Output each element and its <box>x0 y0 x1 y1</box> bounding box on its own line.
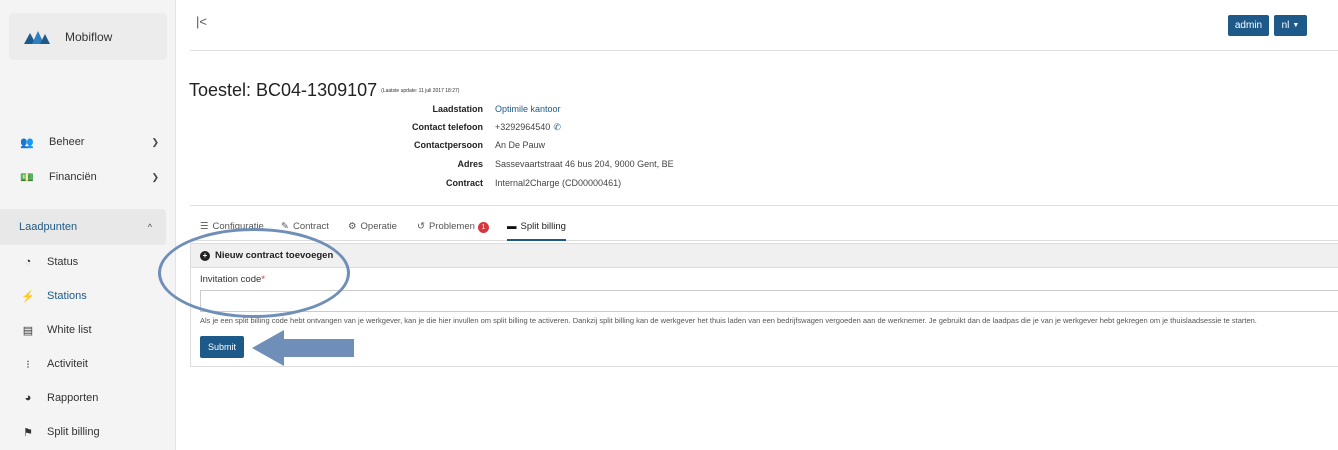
sidebar-item-label: Rapporten <box>47 392 99 404</box>
sidebar-item-label: Activiteit <box>47 358 88 370</box>
charging-station-icon: ⚡ <box>21 290 35 303</box>
tab-label: Contract <box>292 221 329 232</box>
sidebar-section-label: Laadpunten <box>19 221 78 233</box>
info-row-laadstation: Laadstation Optimile kantoor <box>340 104 940 120</box>
submit-button[interactable]: Submit <box>200 336 244 358</box>
split-icon: ⚑ <box>23 426 33 439</box>
sidebar-item-rapporten[interactable]: ◕ Rapporten <box>0 381 166 415</box>
sidebar-item-label: Status <box>47 256 79 268</box>
language-dropdown[interactable]: nl ▼ <box>1274 15 1307 36</box>
brand-name: Mobiflow <box>65 29 113 44</box>
language-label: nl <box>1281 20 1290 31</box>
info-value: Sassevaartstraat 46 bus 204, 9000 Gent, … <box>495 159 674 169</box>
info-label: Contactpersoon <box>413 140 483 150</box>
info-label: Laadstation <box>432 104 483 114</box>
highlight-ellipse <box>158 228 350 318</box>
collapse-sidebar-button[interactable]: |< <box>196 14 207 29</box>
tab-bar: ☰ Configuratie ✎ Contract ⚙ Operatie ↺ Probl… <box>190 217 1338 241</box>
list-icon: ▤ <box>22 324 34 337</box>
sidebar-item-label: Beheer <box>49 136 85 148</box>
info-row-contactpersoon: Contactpersoon An De Pauw <box>340 140 940 156</box>
tab-problemen[interactable]: ↺ Problemen 1 <box>417 221 489 241</box>
info-value: +3292964540 ✆ <box>495 122 561 138</box>
info-label: Contact telefoon <box>412 122 483 132</box>
pie-chart-icon: ◕ <box>24 392 32 404</box>
sidebar-item-label: Stations <box>47 290 87 302</box>
phone-icon[interactable]: ✆ <box>553 122 561 132</box>
users-icon: 👥 <box>20 136 34 149</box>
chevron-down-icon: ❯ <box>151 136 159 147</box>
sidebar-section-laadpunten[interactable]: Laadpunten ^ <box>0 209 166 245</box>
problem-count-badge: 1 <box>477 222 489 233</box>
info-row-contact-telefoon: Contact telefoon +3292964540 ✆ <box>340 122 940 138</box>
info-value-link[interactable]: Optimile kantoor <box>495 104 561 120</box>
app-root: Mobiflow 👥 Beheer ❯ 💵 Financiën ❯ Laadpu… <box>0 0 1338 450</box>
arrow-left-icon <box>252 330 354 366</box>
sidebar-item-label: Split billing <box>47 426 100 438</box>
sidebar-item-stations[interactable]: ⚡ Stations <box>0 279 166 313</box>
info-value: An De Pauw <box>495 140 546 150</box>
info-row-adres: Adres Sassevaartstraat 46 bus 204, 9000 … <box>340 159 940 175</box>
card-icon: ▬ <box>507 221 517 232</box>
sliders-icon: ☰ <box>200 221 209 232</box>
caret-down-icon: ▼ <box>1292 22 1300 29</box>
split-billing-panel: + Nieuw contract toevoegen Invitation co… <box>190 243 1338 367</box>
panel-header: + Nieuw contract toevoegen <box>191 244 1338 268</box>
mobiflow-logo-icon <box>24 30 50 44</box>
invitation-code-input[interactable] <box>200 290 1338 312</box>
sidebar-item-financien[interactable]: 💵 Financiën ❯ <box>9 160 167 194</box>
user-menu-button[interactable]: admin <box>1228 15 1269 36</box>
cogs-icon: ⚙ <box>348 221 357 232</box>
sidebar-item-label: Financiën <box>49 171 97 183</box>
divider <box>190 205 1338 206</box>
dashboard-icon: ◔ <box>24 256 32 268</box>
sidebar-item-activiteit[interactable]: ⁝ Activiteit <box>0 347 166 381</box>
info-value: Internal2Charge (CD00000461) <box>495 178 622 188</box>
tab-split-billing[interactable]: ▬ Split billing <box>507 221 566 241</box>
sidebar-item-split-billing[interactable]: ⚑ Split billing <box>0 415 166 449</box>
device-title: Toestel: BC04-1309107 <box>189 80 378 100</box>
chevron-up-icon: ^ <box>147 222 152 232</box>
divider <box>190 50 1338 51</box>
sidebar-item-label: White list <box>47 324 92 336</box>
last-update: (Laatste update: 11 juli 2017 18:27) <box>381 88 460 95</box>
sidebar-item-white-list[interactable]: ▤ White list <box>0 313 166 347</box>
money-icon: 💵 <box>20 171 34 184</box>
spinner-icon: ⁝ <box>26 358 30 371</box>
info-row-contract: Contract Internal2Charge (CD00000461) <box>340 178 940 194</box>
phone-number[interactable]: +3292964540 <box>495 122 550 132</box>
history-icon: ↺ <box>417 221 425 232</box>
tab-label: Operatie <box>360 221 397 232</box>
chevron-down-icon: ❯ <box>151 171 159 182</box>
sidebar-item-beheer[interactable]: 👥 Beheer ❯ <box>9 125 167 159</box>
info-label: Adres <box>457 159 483 169</box>
tab-label: Split billing <box>520 221 566 232</box>
page-title: Toestel: BC04-1309107 (Laatste update: 11… <box>189 80 459 101</box>
sidebar: Mobiflow 👥 Beheer ❯ 💵 Financiën ❯ Laadpu… <box>0 0 176 450</box>
info-label: Contract <box>445 178 483 188</box>
tab-operatie[interactable]: ⚙ Operatie <box>348 221 397 241</box>
brand[interactable]: Mobiflow <box>9 13 167 60</box>
sidebar-item-status[interactable]: ◔ Status <box>0 245 166 279</box>
help-text: Als je een split billing code hebt ontva… <box>200 316 1257 325</box>
tab-label: Problemen <box>428 221 475 232</box>
